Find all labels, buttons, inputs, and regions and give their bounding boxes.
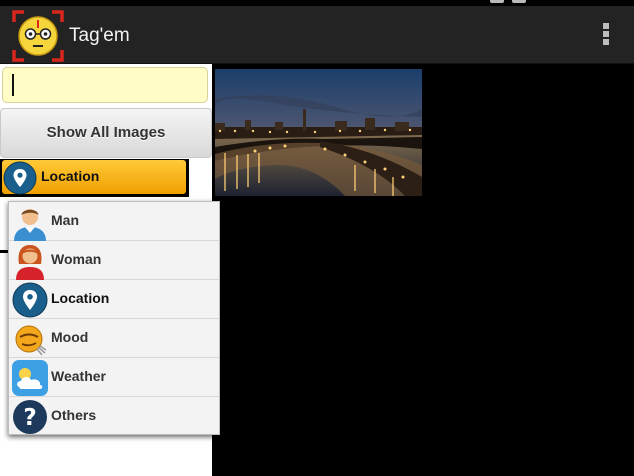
text-cursor (12, 74, 14, 96)
status-indicator-icon (490, 0, 504, 3)
category-dropdown: Man Woman Location Mood Weather ? Others (8, 201, 220, 435)
mood-face-icon (15, 325, 47, 356)
dropdown-item-weather[interactable]: Weather (9, 358, 219, 397)
dropdown-item-others[interactable]: ? Others (9, 397, 219, 436)
status-indicator-icon (512, 0, 526, 3)
show-all-images-button[interactable]: Show All Images (0, 108, 212, 158)
question-mark-icon: ? (13, 400, 47, 434)
dropdown-item-woman[interactable]: Woman (9, 241, 219, 280)
dropdown-item-label: Woman (51, 251, 102, 267)
overflow-menu-icon[interactable] (598, 23, 614, 49)
woman-avatar-icon (16, 245, 44, 280)
dropdown-item-label: Location (51, 290, 110, 306)
action-bar: Tag'em (0, 6, 634, 64)
app-title: Tag'em (69, 25, 130, 46)
app-logo-icon[interactable] (12, 10, 64, 62)
svg-text:?: ? (23, 405, 36, 431)
dropdown-item-label: Others (51, 407, 97, 423)
location-pin-icon (12, 282, 48, 318)
weather-cloud-icon (12, 360, 48, 396)
search-input[interactable] (2, 67, 208, 103)
location-pin-icon (3, 161, 37, 195)
dropdown-item-mood[interactable]: Mood (9, 319, 219, 358)
category-selector[interactable]: Location (0, 159, 189, 197)
dropdown-item-label: Weather (51, 368, 106, 384)
man-avatar-icon (14, 209, 46, 241)
image-thumbnail[interactable] (215, 69, 422, 196)
category-selector-label: Location (41, 168, 100, 184)
dropdown-item-label: Man (51, 212, 79, 228)
dropdown-item-label: Mood (51, 329, 89, 345)
dropdown-item-man[interactable]: Man (9, 202, 219, 241)
dropdown-item-location[interactable]: Location (9, 280, 219, 319)
